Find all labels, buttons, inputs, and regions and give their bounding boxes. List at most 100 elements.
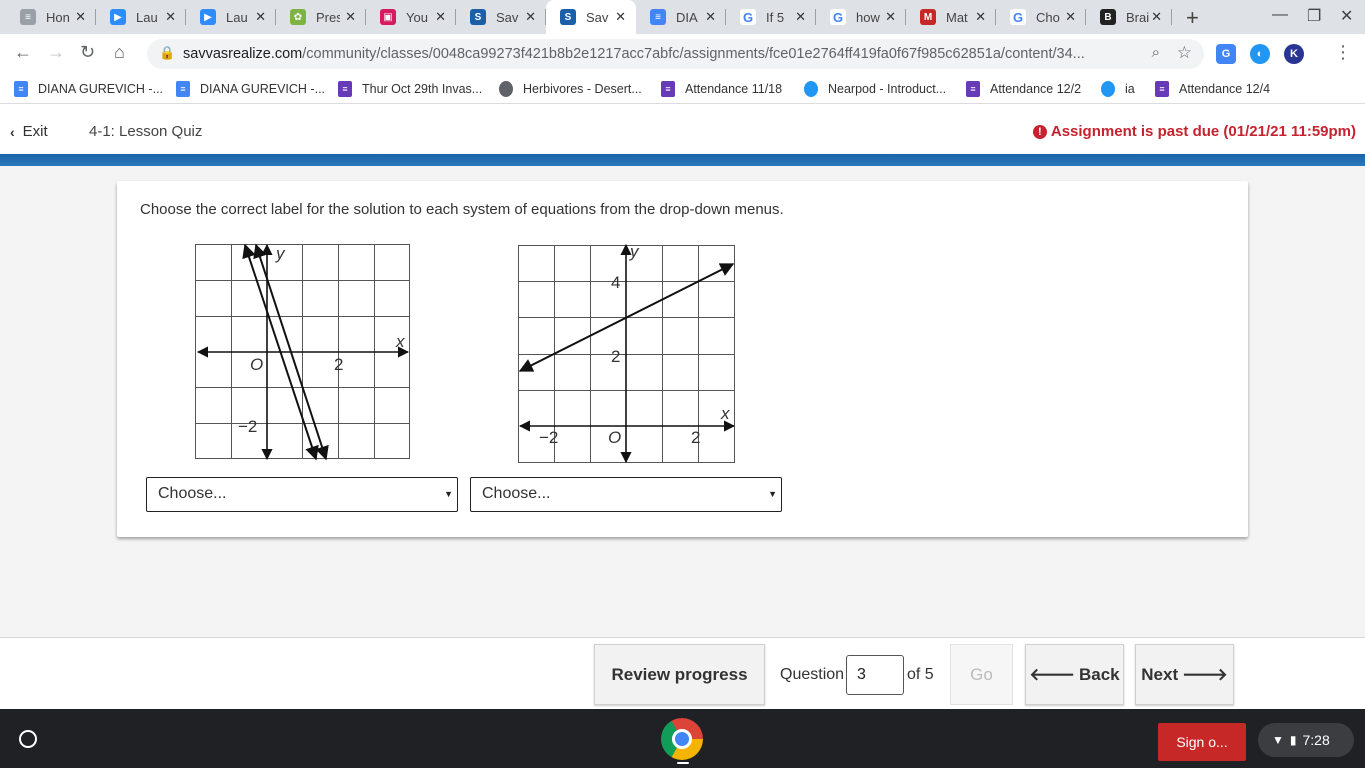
close-tab-icon[interactable]: ✕ <box>165 9 176 25</box>
question-label: Question <box>780 666 845 683</box>
close-tab-icon[interactable]: ✕ <box>1151 9 1162 25</box>
question-number-input[interactable]: 3 <box>846 655 904 695</box>
tab-strip: ≡ Hon ✕ ▶ Lau ✕ ▶ Lau ✕ ✿ Pres ✕ ▣ You ✕ S Sav ✕ S Sav ✕ ≡ DIA… <box>0 0 1365 34</box>
bookmark-item[interactable]: ≡ Thur Oct 29th Invas... <box>338 80 482 98</box>
browser-tab[interactable]: S Sav ✕ <box>546 0 636 34</box>
close-tab-icon[interactable]: ✕ <box>345 9 356 25</box>
address-bar[interactable]: 🔒 savvasrealize.com/community/classes/00… <box>147 39 1204 69</box>
bookmark-item[interactable]: ≡ DIANA GUREVICH -... <box>14 80 163 98</box>
chrome-app-icon[interactable] <box>661 718 703 760</box>
browser-tab[interactable]: ▶ Lau ✕ <box>186 0 276 34</box>
minimize-button[interactable]: — <box>1272 6 1288 24</box>
back-arrow-icon[interactable]: ← <box>14 42 32 63</box>
arrow-left-icon: 🡐 <box>1029 664 1075 684</box>
graph-2-y-label: y <box>629 242 640 261</box>
pear-deck-icon: ✿ <box>290 9 306 25</box>
tab-title: Mat <box>946 9 968 25</box>
forms-icon: ≡ <box>966 81 980 97</box>
bookmark-item[interactable]: ≡ Attendance 12/4 <box>1155 80 1270 98</box>
solution-dropdown-1[interactable]: Choose... ▼ <box>146 477 458 512</box>
tab-title: Hon <box>46 9 70 25</box>
bookmark-label: Herbivores - Desert... <box>523 82 642 96</box>
docs-icon: ≡ <box>176 81 190 97</box>
new-tab-button[interactable]: + <box>1186 5 1199 31</box>
zoom-icon: ▶ <box>200 9 216 25</box>
status-tray[interactable]: ▼ ▮ 7:28 <box>1258 723 1354 757</box>
close-tab-icon[interactable]: ✕ <box>975 9 986 25</box>
chrome-menu-icon[interactable]: ⋮ <box>1334 42 1352 63</box>
back-button[interactable]: 🡐 Back <box>1025 644 1124 705</box>
browser-tab[interactable]: M Mat ✕ <box>906 0 996 34</box>
profile-avatar-icon[interactable]: K <box>1284 44 1304 64</box>
bookmark-item[interactable]: Nearpod - Introduct... <box>804 80 946 98</box>
browser-tab[interactable]: Ghow ✕ <box>816 0 906 34</box>
sign-out-button[interactable]: Sign o... <box>1158 723 1246 761</box>
browser-tab[interactable]: ≡ Hon ✕ <box>6 0 96 34</box>
mathway-icon: M <box>920 9 936 25</box>
go-button[interactable]: Go <box>950 644 1013 705</box>
forms-icon: ≡ <box>338 81 352 97</box>
header-stripe <box>0 154 1365 166</box>
contacts-icon: ▣ <box>380 9 396 25</box>
exit-button[interactable]: ‹ Exit <box>10 123 48 140</box>
tab-title: Cho <box>1036 9 1060 25</box>
browser-tab[interactable]: G Cho ✕ <box>996 0 1086 34</box>
close-tab-icon[interactable]: ✕ <box>795 9 806 25</box>
browser-tab[interactable]: S Sav ✕ <box>456 0 546 34</box>
browser-tab[interactable]: ▶ Lau ✕ <box>96 0 186 34</box>
nearpod-extension-icon[interactable]: ◐ <box>1250 44 1270 64</box>
page-title: 4-1: Lesson Quiz <box>89 123 203 140</box>
home-icon[interactable]: ⌂ <box>114 42 125 63</box>
browser-tab[interactable]: B Brai ✕ <box>1086 0 1172 34</box>
close-tab-icon[interactable]: ✕ <box>525 9 536 25</box>
graph-2: y x 4 2 −2 O 2 <box>518 242 736 464</box>
url-host: savvasrealize.com <box>183 46 303 62</box>
close-tab-icon[interactable]: ✕ <box>1065 9 1076 25</box>
browser-tab[interactable]: ≡ DIA ✕ <box>636 0 726 34</box>
close-tab-icon[interactable]: ✕ <box>255 9 266 25</box>
close-tab-icon[interactable]: ✕ <box>615 9 626 25</box>
forms-icon: ≡ <box>661 81 675 97</box>
launcher-icon[interactable] <box>19 730 37 748</box>
translate-extension-icon[interactable]: G <box>1216 44 1236 64</box>
brainly-icon: B <box>1100 9 1116 25</box>
tab-title: Sav <box>586 9 609 25</box>
bookmark-item[interactable]: Herbivores - Desert... <box>499 80 642 98</box>
question-total: of 5 <box>907 666 934 683</box>
graph-1-tick-y-neg2: −2 <box>238 417 257 436</box>
browser-tab[interactable]: ▣ You ✕ <box>366 0 456 34</box>
docs-icon: ≡ <box>20 9 36 25</box>
close-tab-icon[interactable]: ✕ <box>705 9 716 25</box>
solution-dropdown-2[interactable]: Choose... ▼ <box>470 477 782 512</box>
tab-title: Lau <box>136 9 158 25</box>
review-progress-button[interactable]: Review progress <box>594 644 765 705</box>
bookmark-label: Thur Oct 29th Invas... <box>362 82 483 96</box>
close-window-button[interactable]: ✕ <box>1340 6 1353 26</box>
globe-icon <box>499 81 513 97</box>
restore-button[interactable]: ❐ <box>1307 6 1321 26</box>
tab-separator <box>1171 9 1172 25</box>
past-due-notice: ! Assignment is past due (01/21/21 11:59… <box>1032 123 1356 140</box>
reload-icon[interactable]: ↻ <box>80 42 95 63</box>
bookmark-label: Attendance 11/18 <box>685 82 783 96</box>
forward-arrow-icon[interactable]: → <box>47 42 65 63</box>
assignment-header: ‹ Exit 4-1: Lesson Quiz ! Assignment is … <box>0 105 1365 155</box>
quiz-navigation: Review progress Question 3 of 5 Go 🡐 Bac… <box>0 637 1365 709</box>
zoom-icon[interactable]: ⌕ <box>1152 44 1160 61</box>
graph-2-x-label: x <box>720 404 730 423</box>
bookmark-item[interactable]: ≡ Attendance 12/2 <box>966 80 1081 98</box>
docs-icon: ≡ <box>14 81 28 97</box>
close-tab-icon[interactable]: ✕ <box>75 9 86 25</box>
next-button[interactable]: Next 🡒 <box>1135 644 1234 705</box>
bookmark-item[interactable]: ≡ Attendance 11/18 <box>661 80 782 98</box>
bookmark-item[interactable]: ≡ DIANA GUREVICH -... <box>176 80 325 98</box>
close-tab-icon[interactable]: ✕ <box>435 9 446 25</box>
savvas-icon: S <box>470 9 486 25</box>
exit-label: Exit <box>22 123 48 140</box>
browser-tab[interactable]: G If 5 ✕ <box>726 0 816 34</box>
bookmark-star-icon[interactable]: ☆ <box>1177 43 1192 63</box>
bookmark-item[interactable]: ia <box>1101 80 1135 98</box>
close-tab-icon[interactable]: ✕ <box>885 9 896 25</box>
browser-tab[interactable]: ✿ Pres ✕ <box>276 0 366 34</box>
graph-1-tick-x-2: 2 <box>334 355 343 374</box>
